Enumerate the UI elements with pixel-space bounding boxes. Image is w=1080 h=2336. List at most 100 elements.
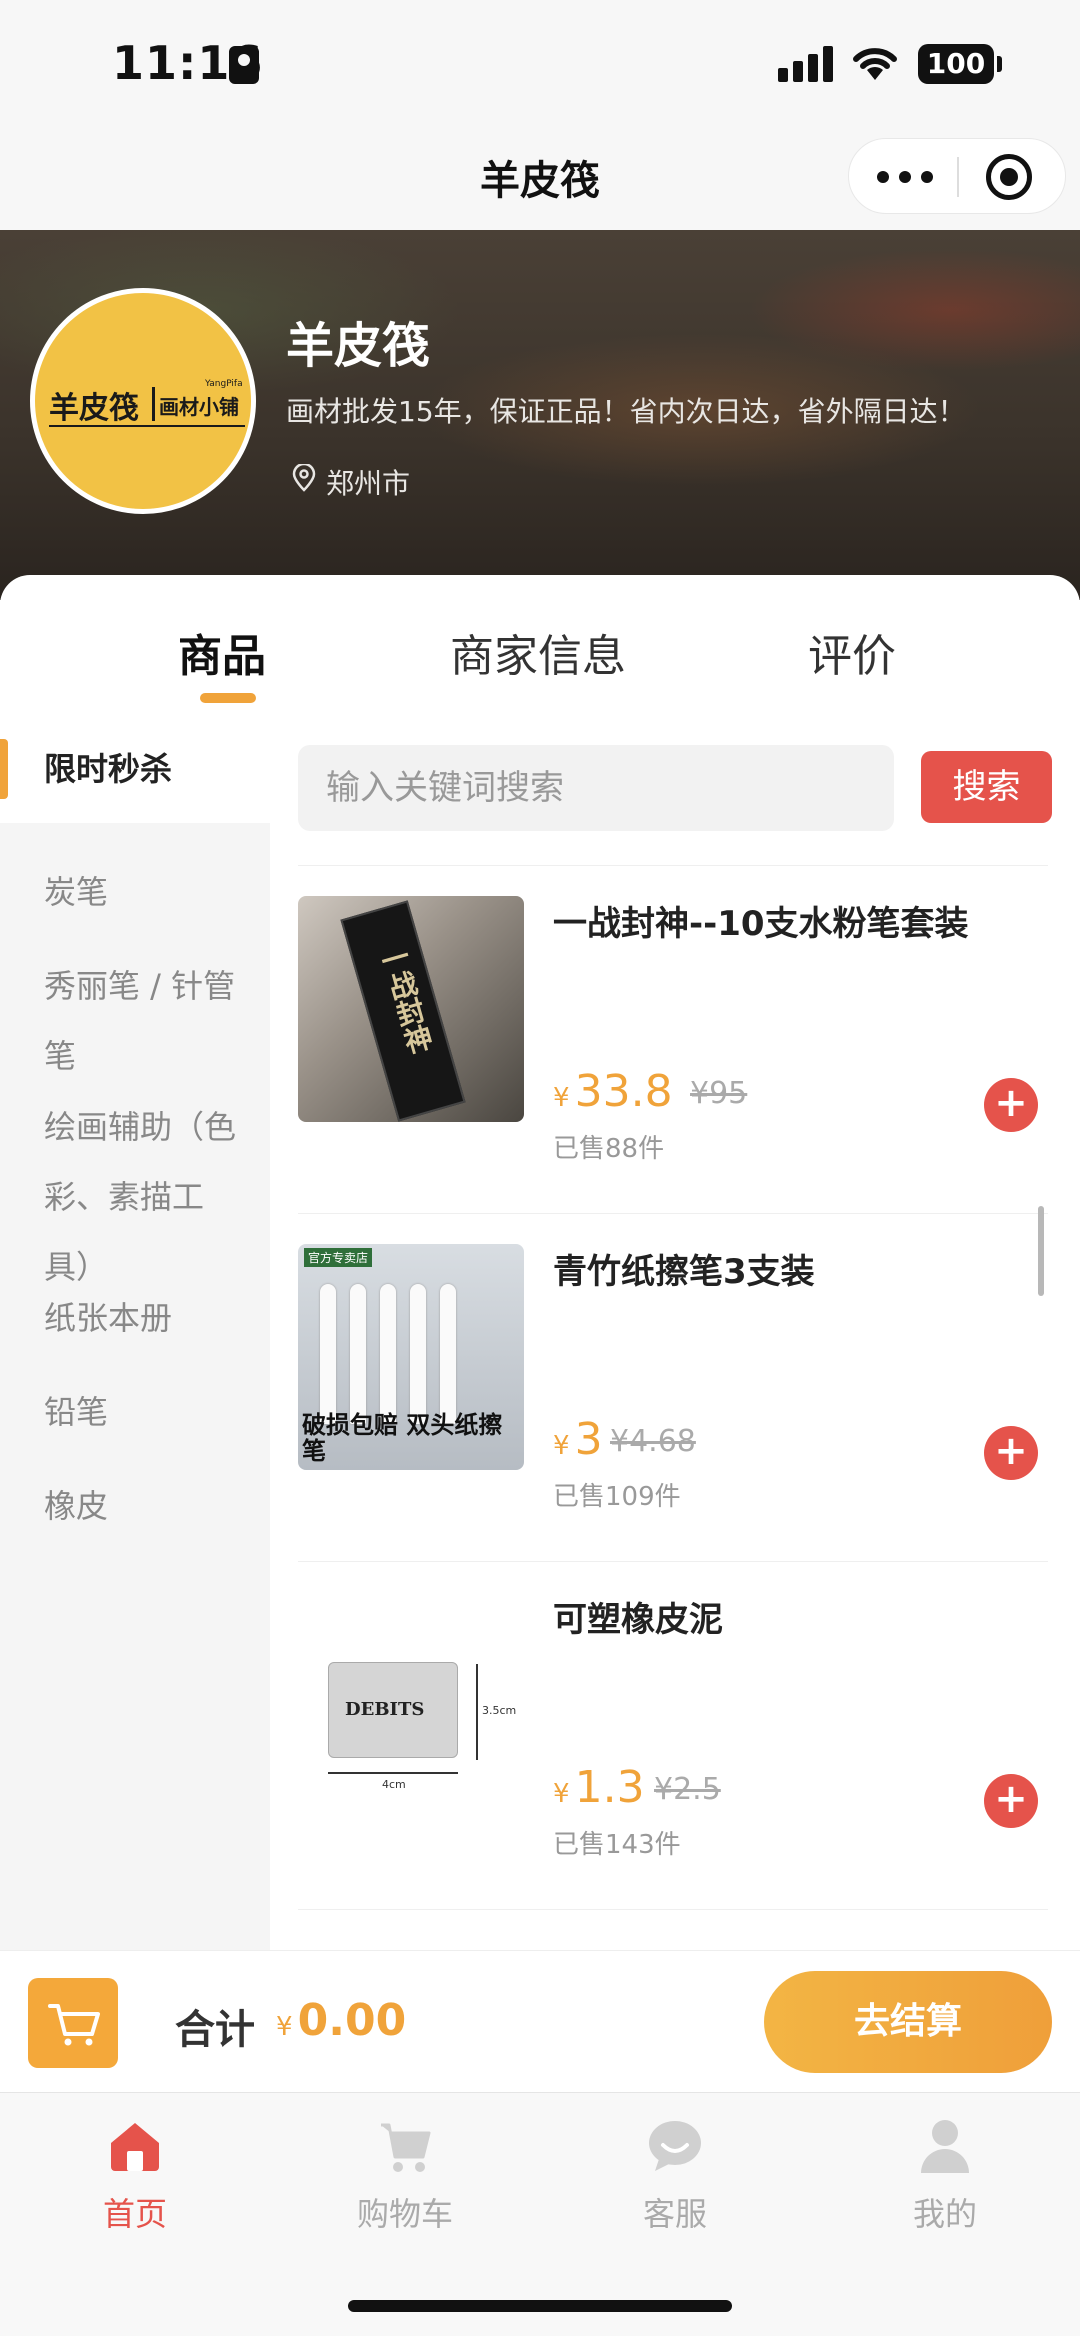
- currency-symbol: ¥: [553, 1083, 570, 1113]
- cart-total-value: 0.00: [297, 1995, 407, 2046]
- tab-reviews[interactable]: 评价: [808, 620, 896, 684]
- product-list: 一战封神 一战封神--10支水粉笔套装 ¥ 33.8 ¥95 已售88件 + 官…: [298, 865, 1048, 1950]
- checkout-button[interactable]: 去结算: [764, 1971, 1052, 2073]
- pen-shape: [440, 1284, 456, 1424]
- tabbar-label: 购物车: [356, 2195, 453, 2233]
- chat-icon: [649, 2121, 701, 2171]
- sold-count: 已售109件: [553, 1482, 681, 1512]
- cart-total-label: 合计: [175, 2007, 255, 2053]
- logo-divider: [152, 387, 155, 421]
- logo-underline: [49, 425, 245, 427]
- tab-active-indicator: [200, 693, 256, 703]
- pen-shape: [320, 1284, 336, 1424]
- user-icon: [921, 2120, 969, 2173]
- add-to-cart-button[interactable]: +: [984, 1774, 1038, 1828]
- close-target-icon[interactable]: [986, 154, 1032, 200]
- content-panel: 商品 商家信息 评价 限时秒杀 炭笔 秀丽笔 / 针管笔 绘画辅助（色彩、素描工…: [0, 575, 1080, 1950]
- product-title[interactable]: 可塑橡皮泥: [553, 1592, 723, 1641]
- tabbar-home[interactable]: 首页: [25, 2115, 245, 2235]
- shop-slogan: 画材批发15年，保证正品！省内次日达，省外隔日达！: [286, 395, 966, 428]
- product-price: ¥ 3: [553, 1414, 603, 1465]
- product-box-text: 一战封神: [373, 940, 437, 1058]
- product-card[interactable]: 官方专卖店 破损包赔 双头纸擦笔 青竹纸擦笔3支装 ¥ 3 ¥4.68 已售10…: [298, 1213, 1048, 1561]
- cart-icon: [381, 2123, 431, 2172]
- battery-icon: 100: [918, 44, 1002, 84]
- sidebar-item-pencil[interactable]: 铅笔: [0, 1377, 270, 1447]
- product-card[interactable]: [298, 1909, 1048, 1950]
- product-thumb-text: 破损包赔 双头纸擦笔: [302, 1412, 524, 1464]
- tabbar-label: 首页: [102, 2195, 167, 2233]
- add-to-cart-button[interactable]: +: [984, 1078, 1038, 1132]
- product-card[interactable]: 一战封神 一战封神--10支水粉笔套装 ¥ 33.8 ¥95 已售88件 +: [298, 865, 1048, 1213]
- currency-symbol: ¥: [553, 1431, 570, 1461]
- cart-bar: 合计 ¥ 0.00 去结算: [0, 1950, 1080, 2092]
- tabbar-cart[interactable]: 购物车: [295, 2115, 515, 2235]
- home-icon: [111, 2123, 159, 2171]
- search-box: [298, 745, 894, 831]
- product-title[interactable]: 一战封神--10支水粉笔套装: [553, 896, 969, 945]
- product-thumb-badge: 官方专卖店: [304, 1248, 373, 1267]
- cart-icon: [48, 2004, 100, 2046]
- shop-tabs: 商品 商家信息 评价: [0, 575, 1080, 715]
- tab-products[interactable]: 商品: [178, 620, 266, 684]
- price-value: 33.8: [574, 1066, 673, 1117]
- sidebar-item-charcoal[interactable]: 炭笔: [0, 857, 270, 927]
- dimension-line: [328, 1772, 458, 1774]
- capsule-divider: [957, 157, 959, 197]
- mini-program-capsule: [848, 138, 1066, 214]
- id-card-icon: [229, 46, 259, 84]
- shop-banner: YangPifa 羊皮筏 画材小铺 羊皮筏 画材批发15年，保证正品！省内次日达…: [0, 230, 1080, 600]
- pen-shape: [410, 1284, 426, 1424]
- original-price: ¥4.68: [610, 1424, 696, 1459]
- thumb-text-1: 破损包赔: [302, 1411, 398, 1439]
- shop-logo: YangPifa 羊皮筏 画材小铺: [30, 288, 256, 514]
- shop-name: 羊皮筏: [286, 318, 431, 374]
- sidebar-item-drawing-aids[interactable]: 绘画辅助（色彩、素描工具）: [0, 1092, 270, 1302]
- original-price: ¥95: [690, 1076, 748, 1111]
- wifi-icon: [853, 48, 897, 80]
- tabbar-profile[interactable]: 我的: [835, 2115, 1055, 2235]
- eraser-shape: DEBITS: [328, 1662, 458, 1758]
- tabbar-service[interactable]: 客服: [565, 2115, 785, 2235]
- logo-sub-text: 画材小铺: [159, 395, 239, 419]
- original-price: ¥2.5: [654, 1772, 721, 1807]
- shop-location: 郑州市: [326, 467, 411, 500]
- product-title[interactable]: 青竹纸擦笔3支装: [553, 1244, 815, 1293]
- pen-shape: [350, 1284, 366, 1424]
- dimension-label: 4cm: [382, 1778, 406, 1791]
- cart-button[interactable]: [28, 1978, 118, 2068]
- status-bar: 11:16 100: [0, 0, 1080, 130]
- pen-shape: [380, 1284, 396, 1424]
- product-card[interactable]: DEBITS 3.5cm 4cm 可塑橡皮泥 ¥ 1.3 ¥2.5 已售143件…: [298, 1561, 1048, 1909]
- search-input[interactable]: [298, 745, 894, 831]
- cart-total: ¥ 0.00: [276, 1995, 406, 2046]
- price-value: 1.3: [574, 1762, 645, 1813]
- eraser-brand: DEBITS: [345, 1699, 425, 1720]
- sidebar-item-brush-pen[interactable]: 秀丽笔 / 针管笔: [0, 951, 270, 1091]
- search-button[interactable]: 搜索: [921, 751, 1052, 823]
- sold-count: 已售88件: [553, 1134, 665, 1164]
- sidebar-item-eraser[interactable]: 橡皮: [0, 1471, 270, 1541]
- tabbar-label: 我的: [912, 2195, 977, 2233]
- product-image[interactable]: 一战封神: [298, 896, 524, 1122]
- product-image[interactable]: DEBITS 3.5cm 4cm: [298, 1592, 524, 1818]
- currency-symbol: ¥: [553, 1779, 570, 1809]
- more-icon[interactable]: [877, 165, 933, 189]
- price-value: 3: [574, 1414, 603, 1465]
- tab-merchant-info[interactable]: 商家信息: [450, 620, 626, 684]
- currency-symbol: ¥: [276, 2012, 293, 2042]
- product-image[interactable]: 官方专卖店 破损包赔 双头纸擦笔: [298, 1244, 524, 1470]
- product-box: 一战封神: [340, 900, 466, 1122]
- sidebar-item-flash-sale[interactable]: 限时秒杀: [0, 715, 270, 823]
- home-indicator: [348, 2300, 732, 2312]
- product-price: ¥ 1.3: [553, 1762, 645, 1813]
- scrollbar[interactable]: [1038, 1206, 1044, 1296]
- signal-icon: [778, 46, 836, 82]
- logo-main-text: 羊皮筏: [49, 391, 139, 426]
- tabbar-label: 客服: [642, 2195, 707, 2233]
- product-price: ¥ 33.8: [553, 1066, 673, 1117]
- add-to-cart-button[interactable]: +: [984, 1426, 1038, 1480]
- sidebar-item-paper[interactable]: 纸张本册: [0, 1283, 270, 1353]
- location-pin-icon: [292, 464, 316, 492]
- category-sidebar: 限时秒杀 炭笔 秀丽笔 / 针管笔 绘画辅助（色彩、素描工具） 纸张本册 铅笔 …: [0, 715, 270, 1950]
